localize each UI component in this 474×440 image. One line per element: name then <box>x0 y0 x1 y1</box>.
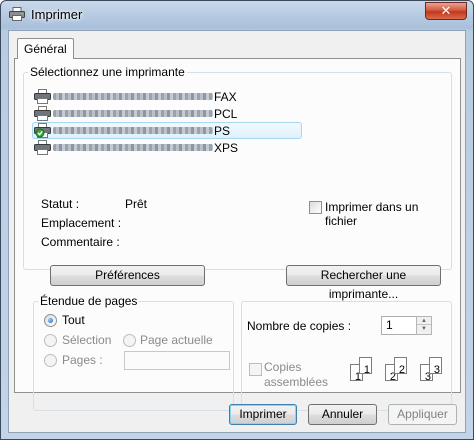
printer-icon <box>34 140 51 155</box>
copies-count-input[interactable]: 1 <box>381 316 417 335</box>
printer-item-ps[interactable]: PS <box>32 122 302 139</box>
printer-icon <box>9 7 25 21</box>
collate-checkbox[interactable] <box>249 363 262 376</box>
printer-icon <box>34 89 51 104</box>
print-button[interactable]: Imprimer <box>229 404 297 425</box>
printer-name-redacted <box>53 144 213 151</box>
printer-name-redacted <box>53 110 213 117</box>
radio-pages[interactable] <box>44 354 57 367</box>
find-printer-button[interactable]: Rechercher une imprimante... <box>286 265 441 301</box>
window-title: Imprimer <box>31 7 83 22</box>
tab-panel-general: Sélectionnez une imprimante FAX PCL PS X… <box>14 58 461 411</box>
title-bar[interactable]: Imprimer ✕ <box>1 1 473 29</box>
location-label: Emplacement : <box>41 216 122 230</box>
printer-item-xps[interactable]: XPS <box>32 139 302 156</box>
collate-page: 3 <box>429 357 442 376</box>
selection-label[interactable]: Sélection <box>62 333 111 347</box>
radio-current-page[interactable] <box>123 334 136 347</box>
all-pages-label[interactable]: Tout <box>62 313 85 327</box>
collate-label-line2[interactable]: assemblées <box>264 375 328 389</box>
printer-item-pcl[interactable]: PCL <box>32 105 302 122</box>
printer-name-redacted <box>53 93 213 100</box>
default-printer-icon <box>34 123 51 138</box>
collate-label-line1[interactable]: Copies <box>264 360 301 374</box>
status-label: Statut : <box>41 197 80 211</box>
print-to-file-checkbox[interactable] <box>309 201 322 214</box>
radio-selection[interactable] <box>44 334 57 347</box>
copies-count-label: Nombre de copies : <box>247 319 352 333</box>
dialog-body: Général Sélectionnez une imprimante FAX <box>8 30 466 433</box>
printer-name-suffix: XPS <box>214 140 239 155</box>
printer-selection-group: Sélectionnez une imprimante FAX PCL PS X… <box>23 65 452 270</box>
printer-item-fax[interactable]: FAX <box>32 88 302 105</box>
tab-general[interactable]: Général <box>17 38 74 59</box>
radio-all-pages[interactable] <box>44 314 57 327</box>
pages-input[interactable] <box>124 351 230 370</box>
collate-illustration: 1 1 2 2 3 3 <box>350 355 445 391</box>
printer-name-suffix: PCL <box>214 106 238 121</box>
cancel-button[interactable]: Annuler <box>308 404 377 425</box>
printer-name-suffix: FAX <box>214 89 237 104</box>
printer-name-suffix: PS <box>214 123 231 138</box>
spin-up-icon[interactable]: ▲ <box>417 317 431 325</box>
page-range-legend: Étendue de pages <box>38 294 140 308</box>
comment-label: Commentaire : <box>41 235 120 249</box>
page-range-group: Étendue de pages Tout Sélection Page act… <box>33 294 234 411</box>
current-page-label[interactable]: Page actuelle <box>140 333 213 347</box>
copies-group: Nombre de copies : 1 ▲ ▼ Copies assemblé… <box>241 301 452 411</box>
close-icon: ✕ <box>440 3 452 18</box>
printer-selection-legend: Sélectionnez une imprimante <box>28 65 187 79</box>
copies-spinner[interactable]: ▲ ▼ <box>416 316 432 335</box>
print-to-file-label[interactable]: Imprimer dans un fichier <box>325 200 451 228</box>
printer-list[interactable]: FAX PCL PS XPS <box>32 88 302 156</box>
apply-button[interactable]: Appliquer <box>388 404 457 425</box>
spin-down-icon[interactable]: ▼ <box>417 325 431 333</box>
print-dialog: Imprimer ✕ Général Sélectionnez une impr… <box>0 0 474 440</box>
printer-name-redacted <box>53 127 213 134</box>
collate-page: 1 <box>359 357 372 376</box>
collate-page: 2 <box>394 357 407 376</box>
pages-label[interactable]: Pages : <box>62 353 103 367</box>
close-button[interactable]: ✕ <box>425 2 467 20</box>
printer-icon <box>34 106 51 121</box>
status-value: Prêt <box>125 197 148 211</box>
preferences-button[interactable]: Préférences <box>50 265 205 286</box>
